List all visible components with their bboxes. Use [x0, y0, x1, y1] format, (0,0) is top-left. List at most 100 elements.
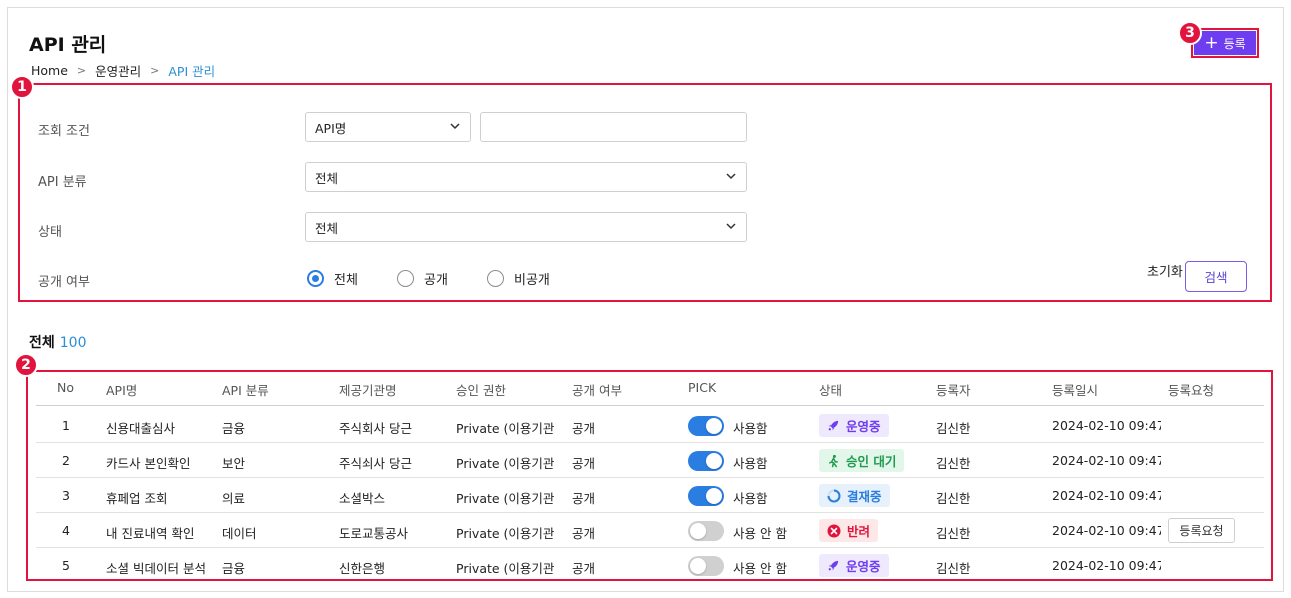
- toggle-knob: [706, 488, 722, 504]
- cell-registrant: 김신한: [936, 561, 971, 576]
- cell-visibility: 공개: [572, 526, 596, 541]
- spinner-icon: [827, 489, 841, 502]
- cell-registrant: 김신한: [936, 421, 971, 436]
- cell-reg-date: 2024-02-10 09:47: [1052, 558, 1161, 573]
- pick-label: 사용함: [733, 421, 768, 436]
- table-row[interactable]: 1 신용대출심사 금융 주식회사 당근 Private (이용기관 공개 사용함 운영중 김신한…: [36, 408, 1264, 443]
- callout-badge-3: 3: [1178, 21, 1202, 45]
- status-badge: 승인 대기: [819, 449, 905, 472]
- pick-toggle[interactable]: [688, 556, 724, 576]
- breadcrumb-home[interactable]: Home: [31, 63, 68, 78]
- breadcrumb: Home > 운영관리 > API 관리: [31, 61, 215, 80]
- total-count: 전체 100: [29, 335, 87, 351]
- add-button[interactable]: + 등록: [1194, 31, 1256, 55]
- cell-api-name[interactable]: 카드사 본인확인: [106, 453, 218, 472]
- cell-reg-date: 2024-02-10 09:47: [1052, 453, 1161, 468]
- search-button[interactable]: 검색: [1185, 261, 1247, 292]
- cell-api-name[interactable]: 내 진료내역 확인: [106, 523, 218, 542]
- cell-permission: Private (이용기관: [456, 526, 555, 541]
- category-select[interactable]: 전체: [305, 162, 747, 192]
- table-row[interactable]: 5 소셜 빅데이터 분석 금융 신한은행 Private (이용기관 공개 사용 안 함 운영…: [36, 548, 1264, 583]
- col-visibility: 공개 여부: [572, 383, 622, 398]
- cell-no: 3: [62, 488, 70, 503]
- radio-public[interactable]: 공개: [397, 269, 448, 288]
- cell-category: 데이터: [222, 526, 257, 541]
- category-label: API 분류: [38, 175, 87, 190]
- col-status: 상태: [819, 383, 843, 398]
- cell-provider: 주식회사 당근: [339, 421, 412, 436]
- cell-permission: Private (이용기관: [456, 421, 555, 436]
- pick-label: 사용함: [733, 491, 768, 506]
- pick-toggle[interactable]: [688, 521, 724, 541]
- breadcrumb-current: API 관리: [168, 64, 216, 79]
- pick-toggle[interactable]: [688, 486, 724, 506]
- pick-toggle[interactable]: [688, 416, 724, 436]
- radio-unchecked-icon: [397, 270, 414, 287]
- status-badge: 운영중: [819, 554, 889, 577]
- cell-reg-date: 2024-02-10 09:47: [1052, 418, 1161, 433]
- cell-provider: 소셜박스: [339, 491, 386, 506]
- table-row[interactable]: 2 카드사 본인확인 보안 주식쇠사 당근 Private (이용기관 공개 사용함 승인 대…: [36, 443, 1264, 478]
- cell-reg-date: 2024-02-10 09:47: [1052, 523, 1161, 538]
- col-api-name: API명: [106, 383, 138, 398]
- cell-category: 금융: [222, 421, 246, 436]
- public-label: 공개 여부: [38, 275, 90, 290]
- condition-select[interactable]: API명: [305, 112, 471, 142]
- chevron-down-icon: [726, 173, 736, 180]
- rocket-icon: [828, 420, 839, 431]
- table-header: No API명 API 분류 제공기관명 승인 권한 공개 여부 PICK 상태…: [36, 376, 1264, 406]
- cell-permission: Private (이용기관: [456, 456, 555, 471]
- cell-category: 금융: [222, 561, 246, 576]
- condition-label: 조회 조건: [38, 124, 90, 139]
- toggle-knob: [706, 418, 722, 434]
- cell-provider: 주식쇠사 당근: [339, 456, 412, 471]
- breadcrumb-level1[interactable]: 운영관리: [95, 61, 141, 80]
- search-panel: 조회 조건 API명 API 분류 전체 상태 전체 공개 여부 전체 공개 비…: [18, 83, 1272, 302]
- col-reg-date: 등록일시: [1052, 383, 1099, 398]
- plus-icon: +: [1204, 32, 1219, 53]
- pick-toggle[interactable]: [688, 451, 724, 471]
- cell-permission: Private (이용기관: [456, 561, 555, 576]
- total-count-value: 100: [59, 335, 87, 351]
- col-provider: 제공기관명: [339, 383, 397, 398]
- cell-api-name[interactable]: 휴페업 조회: [106, 488, 218, 507]
- page-title: API 관리: [29, 34, 107, 56]
- cell-provider: 도로교통공사: [339, 526, 409, 541]
- col-registrant: 등록자: [936, 383, 971, 398]
- col-category: API 분류: [222, 383, 269, 398]
- cell-no: 5: [62, 558, 70, 573]
- cell-api-name[interactable]: 신용대출심사: [106, 418, 218, 437]
- cell-visibility: 공개: [572, 561, 596, 576]
- toggle-knob: [706, 453, 722, 469]
- add-button-label: 등록: [1223, 36, 1246, 51]
- table-row[interactable]: 3 휴페업 조회 의료 소셜박스 Private (이용기관 공개 사용함 결재중 김신한 202…: [36, 478, 1264, 513]
- col-pick: PICK: [688, 380, 717, 395]
- col-no: No: [57, 380, 74, 395]
- cell-registrant: 김신한: [936, 456, 971, 471]
- cell-registrant: 김신한: [936, 491, 971, 506]
- radio-private[interactable]: 비공개: [487, 269, 550, 288]
- radio-checked-icon: [307, 270, 324, 287]
- walking-person-icon: [829, 454, 838, 467]
- cell-api-name[interactable]: 소셜 빅데이터 분석: [106, 558, 218, 577]
- status-select[interactable]: 전체: [305, 212, 747, 242]
- cell-visibility: 공개: [572, 491, 596, 506]
- pick-label: 사용 안 함: [733, 526, 787, 541]
- rocket-icon: [828, 560, 839, 571]
- callout-badge-2: 2: [14, 353, 38, 377]
- toggle-knob: [690, 523, 706, 539]
- radio-all[interactable]: 전체: [307, 269, 358, 288]
- cell-no: 2: [62, 453, 70, 468]
- register-request-button[interactable]: 등록요청: [1168, 518, 1235, 543]
- pick-label: 사용 안 함: [733, 561, 787, 576]
- status-badge: 운영중: [819, 414, 889, 437]
- col-permission: 승인 권한: [456, 383, 506, 398]
- cell-reg-date: 2024-02-10 09:47: [1052, 488, 1161, 503]
- condition-input[interactable]: [480, 112, 747, 142]
- table-row[interactable]: 4 내 진료내역 확인 데이터 도로교통공사 Private (이용기관 공개 사용 안 함…: [36, 513, 1264, 548]
- chevron-right-icon: >: [76, 64, 87, 77]
- cell-visibility: 공개: [572, 456, 596, 471]
- chevron-down-icon: [726, 223, 736, 230]
- status-badge: 결재중: [819, 484, 890, 507]
- reset-button[interactable]: 초기화: [1147, 261, 1183, 280]
